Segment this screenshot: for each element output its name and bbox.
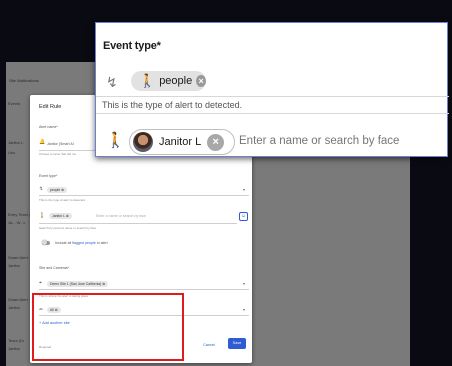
chip-remove-icon[interactable]: × <box>207 133 225 151</box>
bg-row: Events <box>8 101 21 106</box>
toggle-label-suffix: in alert <box>95 241 108 245</box>
alert-name-label: Alert name* <box>39 125 58 129</box>
bg-row: Janitor L <box>8 140 24 145</box>
face-search-button[interactable]: ☺ <box>239 212 248 221</box>
sites-label: Site and Cameras* <box>39 266 70 270</box>
person-chip-label: Janitor L <box>52 214 65 218</box>
zoom-divider <box>96 113 449 114</box>
event-chip-label: people <box>50 188 61 192</box>
person-underline <box>39 223 237 224</box>
site-dropdown-icon[interactable]: ▾ <box>243 281 245 286</box>
dialog-title: Edit Rule <box>39 104 62 110</box>
walk-icon: 🚶 <box>39 213 46 219</box>
chip-remove-icon[interactable]: × <box>196 75 206 87</box>
location-pin-icon: ⌖ <box>39 280 42 286</box>
avatar <box>133 132 153 152</box>
site-underline <box>39 289 249 290</box>
event-type-label: Event type* <box>39 174 58 178</box>
zoom-person-chip-label: Janitor L <box>159 136 202 148</box>
person-hint: Search by persons name or search by face <box>39 226 97 230</box>
bg-row: Ja... W...L <box>8 220 26 225</box>
zoom-event-type-label: Event type* <box>103 40 161 52</box>
zoom-person-chip[interactable]: Janitor L × <box>129 129 235 155</box>
event-underline <box>39 195 249 196</box>
bolt-icon: ↯ <box>106 74 118 90</box>
person-search-input[interactable] <box>239 135 444 147</box>
event-dropdown-icon[interactable]: ▾ <box>243 187 245 192</box>
zoom-callout: Event type* ↯ 🚶 people × This is the typ… <box>95 22 449 157</box>
include-flagged-toggle[interactable] <box>42 240 50 245</box>
bg-row: Janitor <box>8 346 21 351</box>
alert-name-hint: Choose a name that will me <box>39 152 77 156</box>
bg-row: Team (Dr <box>8 338 25 343</box>
save-button[interactable]: Save <box>228 338 246 349</box>
person-chip[interactable]: Janitor L ⊗ <box>49 213 72 219</box>
flagged-people-link[interactable]: flagged people <box>72 241 96 245</box>
toggle-label-prefix: Include all <box>55 241 73 245</box>
person-search-input[interactable]: Enter a name or search by face <box>96 214 146 218</box>
zoom-event-chip[interactable]: 🚶 people × <box>131 71 206 91</box>
zoom-divider <box>96 96 449 97</box>
site-chip[interactable]: Demo Site 1 (San Jose California) ⊗ <box>47 281 109 287</box>
camera-dropdown-icon[interactable]: ▾ <box>243 307 245 312</box>
bg-row: Smart Alert <box>8 255 28 260</box>
bg-row: Smart Alert <box>8 297 28 302</box>
highlight-annotation-box <box>32 293 184 361</box>
include-flagged-label: Include all flagged people in alert <box>55 241 108 245</box>
bg-row: Janitor <box>8 263 21 268</box>
walk-icon: 🚶 <box>139 73 156 88</box>
bell-icon: 🔔 <box>39 139 46 145</box>
zoom-event-hint: This is the type of alert to detected. <box>102 100 243 110</box>
walk-icon: 🚶 <box>106 132 125 149</box>
event-chip[interactable]: people ⊗ <box>47 187 67 193</box>
event-hint: This is the type of alert to detected. <box>39 198 86 202</box>
bolt-icon: ↯ <box>39 186 44 192</box>
bg-row: Janitor <box>8 305 21 310</box>
bg-row: Unu <box>8 150 16 155</box>
site-chip-label: Demo Site 1 (San Jose California) <box>50 282 102 286</box>
alert-name-field[interactable]: Janitor (Smart Al <box>47 142 74 146</box>
zoom-event-chip-label: people <box>159 75 193 87</box>
cancel-button[interactable]: Cancel <box>203 343 215 347</box>
